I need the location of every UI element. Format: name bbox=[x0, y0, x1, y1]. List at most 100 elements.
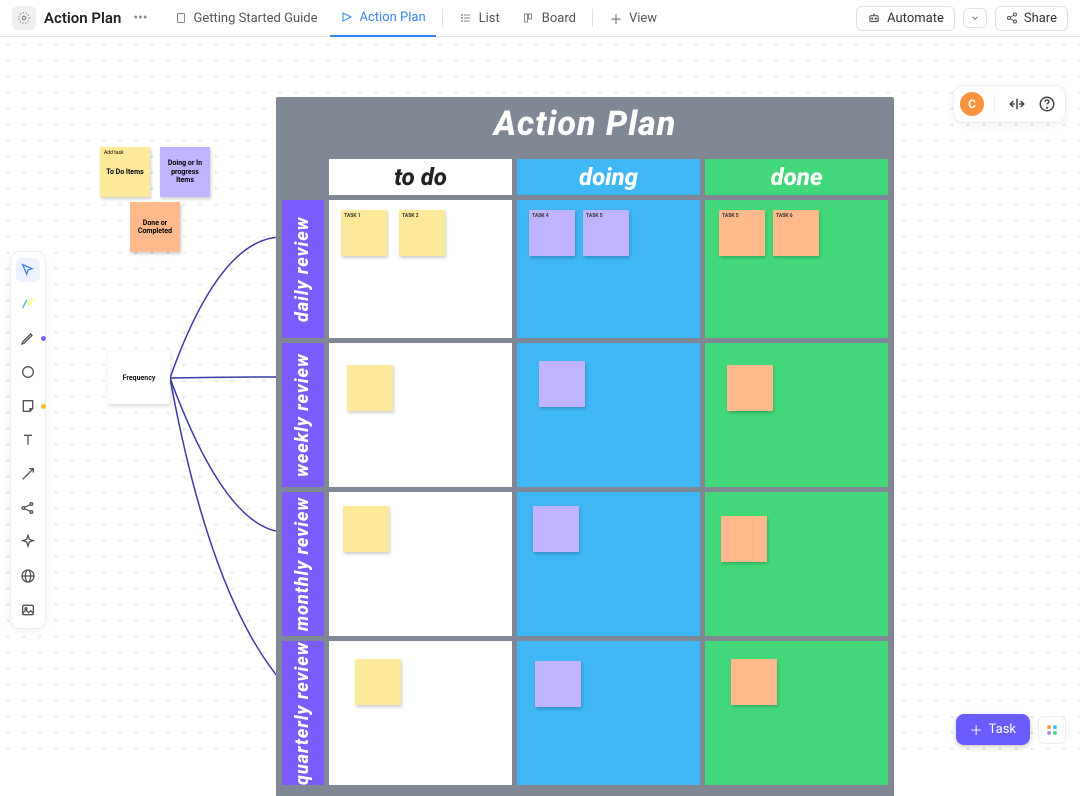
sticky-monthly-todo[interactable] bbox=[343, 506, 389, 552]
text-tool[interactable] bbox=[16, 428, 40, 452]
sticky-note-tool[interactable] bbox=[16, 394, 40, 418]
sticky-quarterly-done[interactable] bbox=[731, 659, 777, 705]
tab-action-label: Action Plan bbox=[360, 10, 426, 25]
sticky-quarterly-doing[interactable] bbox=[535, 661, 581, 707]
whiteboard-icon bbox=[340, 10, 354, 24]
tab-list[interactable]: List bbox=[449, 0, 510, 37]
create-task-button[interactable]: ＋ Task bbox=[956, 714, 1030, 745]
automate-label: Automate bbox=[887, 11, 944, 26]
tab-separator bbox=[442, 9, 443, 27]
share-icon bbox=[1006, 12, 1018, 24]
col-header-todo: to do bbox=[329, 159, 512, 195]
sticky-task4[interactable]: TASK 4 bbox=[529, 210, 575, 256]
topbar: Action Plan ••• Getting Started Guide Ac… bbox=[0, 0, 1080, 37]
sticky-task6[interactable]: TASK 6 bbox=[773, 210, 819, 256]
sticky-weekly-done[interactable] bbox=[727, 365, 773, 411]
frequency-node[interactable]: Frequency bbox=[108, 352, 170, 404]
mindmap-tool[interactable] bbox=[16, 496, 40, 520]
sticky-task1[interactable]: TASK 1 bbox=[341, 210, 387, 256]
sticky-weekly-todo[interactable] bbox=[347, 365, 393, 411]
highlighter-tool[interactable] bbox=[16, 292, 40, 316]
connector-tool[interactable] bbox=[16, 462, 40, 486]
tab-list-label: List bbox=[479, 11, 500, 26]
tab-separator-2 bbox=[592, 9, 593, 27]
sticky-task5[interactable]: TASK 5 bbox=[583, 210, 629, 256]
apps-button[interactable] bbox=[1038, 716, 1066, 744]
tab-guide-label: Getting Started Guide bbox=[194, 11, 318, 26]
sticky-monthly-done[interactable] bbox=[721, 516, 767, 562]
tab-add-view[interactable]: ＋ View bbox=[599, 0, 667, 37]
robot-icon bbox=[867, 11, 881, 25]
row-label-daily: daily review bbox=[282, 200, 324, 338]
help-button[interactable] bbox=[1035, 92, 1059, 116]
tab-action-plan[interactable]: Action Plan bbox=[330, 0, 436, 37]
cell-monthly-todo[interactable] bbox=[329, 492, 512, 636]
whiteboard-canvas[interactable]: Add task To Do Items Doing or In progres… bbox=[0, 37, 1080, 759]
list-icon bbox=[459, 11, 473, 25]
doc-menu-icon[interactable]: ••• bbox=[129, 10, 151, 26]
chevron-down-icon bbox=[970, 13, 980, 23]
sticky-quarterly-todo[interactable] bbox=[355, 659, 401, 705]
tab-board-label: Board bbox=[542, 11, 576, 26]
tab-guide[interactable]: Getting Started Guide bbox=[164, 0, 328, 37]
cell-weekly-done[interactable] bbox=[705, 343, 888, 487]
plus-icon: ＋ bbox=[609, 11, 623, 25]
frequency-label: Frequency bbox=[123, 374, 156, 382]
user-avatar[interactable]: C bbox=[960, 92, 984, 116]
left-toolbar bbox=[10, 251, 46, 629]
fit-width-button[interactable] bbox=[1005, 92, 1029, 116]
legend-done-note[interactable]: Done or Completed bbox=[130, 202, 180, 252]
canvas-toolbar-topright: C bbox=[953, 85, 1066, 123]
row-monthly: monthly review bbox=[282, 492, 888, 636]
sticky-task5b[interactable]: TASK 5 bbox=[719, 210, 765, 256]
sticky-monthly-doing[interactable] bbox=[533, 506, 579, 552]
cell-weekly-doing[interactable] bbox=[517, 343, 700, 487]
ai-tool[interactable] bbox=[16, 530, 40, 554]
legend-todo-note[interactable]: Add task To Do Items bbox=[100, 147, 150, 197]
doc-title[interactable]: Action Plan bbox=[44, 9, 121, 27]
cell-quarterly-todo[interactable] bbox=[329, 641, 512, 785]
legend-doing-label: Doing or In progress Items bbox=[163, 159, 207, 184]
cell-daily-todo[interactable]: TASK 1 TASK 2 bbox=[329, 200, 512, 338]
row-quarterly: quarterly review bbox=[282, 641, 888, 785]
cell-monthly-doing[interactable] bbox=[517, 492, 700, 636]
plus-icon: ＋ bbox=[970, 720, 983, 739]
board-icon bbox=[522, 11, 536, 25]
image-tool[interactable] bbox=[16, 598, 40, 622]
doc-type-icon[interactable] bbox=[12, 6, 36, 30]
row-label-weekly: weekly review bbox=[282, 343, 324, 487]
cell-monthly-done[interactable] bbox=[705, 492, 888, 636]
canvas-toolbar-bottomright: ＋ Task bbox=[956, 714, 1066, 745]
legend-todo-label: To Do Items bbox=[106, 168, 144, 176]
pen-tool[interactable] bbox=[16, 326, 40, 350]
topbar-left: Action Plan ••• bbox=[12, 6, 152, 30]
column-headers: to do doing done bbox=[329, 159, 888, 195]
shape-tool[interactable] bbox=[16, 360, 40, 384]
cell-daily-doing[interactable]: TASK 4 TASK 5 bbox=[517, 200, 700, 338]
action-plan-board[interactable]: Action Plan to do doing done daily revie… bbox=[276, 97, 894, 796]
cell-daily-done[interactable]: TASK 5 TASK 6 bbox=[705, 200, 888, 338]
select-tool[interactable] bbox=[16, 258, 40, 282]
share-button[interactable]: Share bbox=[995, 6, 1068, 31]
tab-view-label: View bbox=[629, 11, 657, 26]
grid-icon bbox=[1045, 723, 1059, 737]
cell-weekly-todo[interactable] bbox=[329, 343, 512, 487]
share-label: Share bbox=[1024, 11, 1057, 26]
legend-done-label: Done or Completed bbox=[133, 219, 177, 236]
cell-quarterly-done[interactable] bbox=[705, 641, 888, 785]
legend-doing-note[interactable]: Doing or In progress Items bbox=[160, 147, 210, 197]
topbar-right: Automate Share bbox=[856, 6, 1068, 31]
separator bbox=[994, 94, 995, 114]
sticky-task2[interactable]: TASK 2 bbox=[399, 210, 445, 256]
board-body: to do doing done daily review TASK 1 TAS… bbox=[276, 155, 894, 796]
cell-quarterly-doing[interactable] bbox=[517, 641, 700, 785]
sticky-weekly-doing[interactable] bbox=[539, 361, 585, 407]
automate-dropdown[interactable] bbox=[963, 8, 987, 28]
tab-board[interactable]: Board bbox=[512, 0, 586, 37]
row-label-monthly: monthly review bbox=[282, 492, 324, 636]
row-label-quarterly: quarterly review bbox=[282, 641, 324, 785]
web-tool[interactable] bbox=[16, 564, 40, 588]
col-header-done: done bbox=[705, 159, 888, 195]
automate-button[interactable]: Automate bbox=[856, 6, 955, 31]
board-title-bar: Action Plan bbox=[276, 97, 894, 151]
